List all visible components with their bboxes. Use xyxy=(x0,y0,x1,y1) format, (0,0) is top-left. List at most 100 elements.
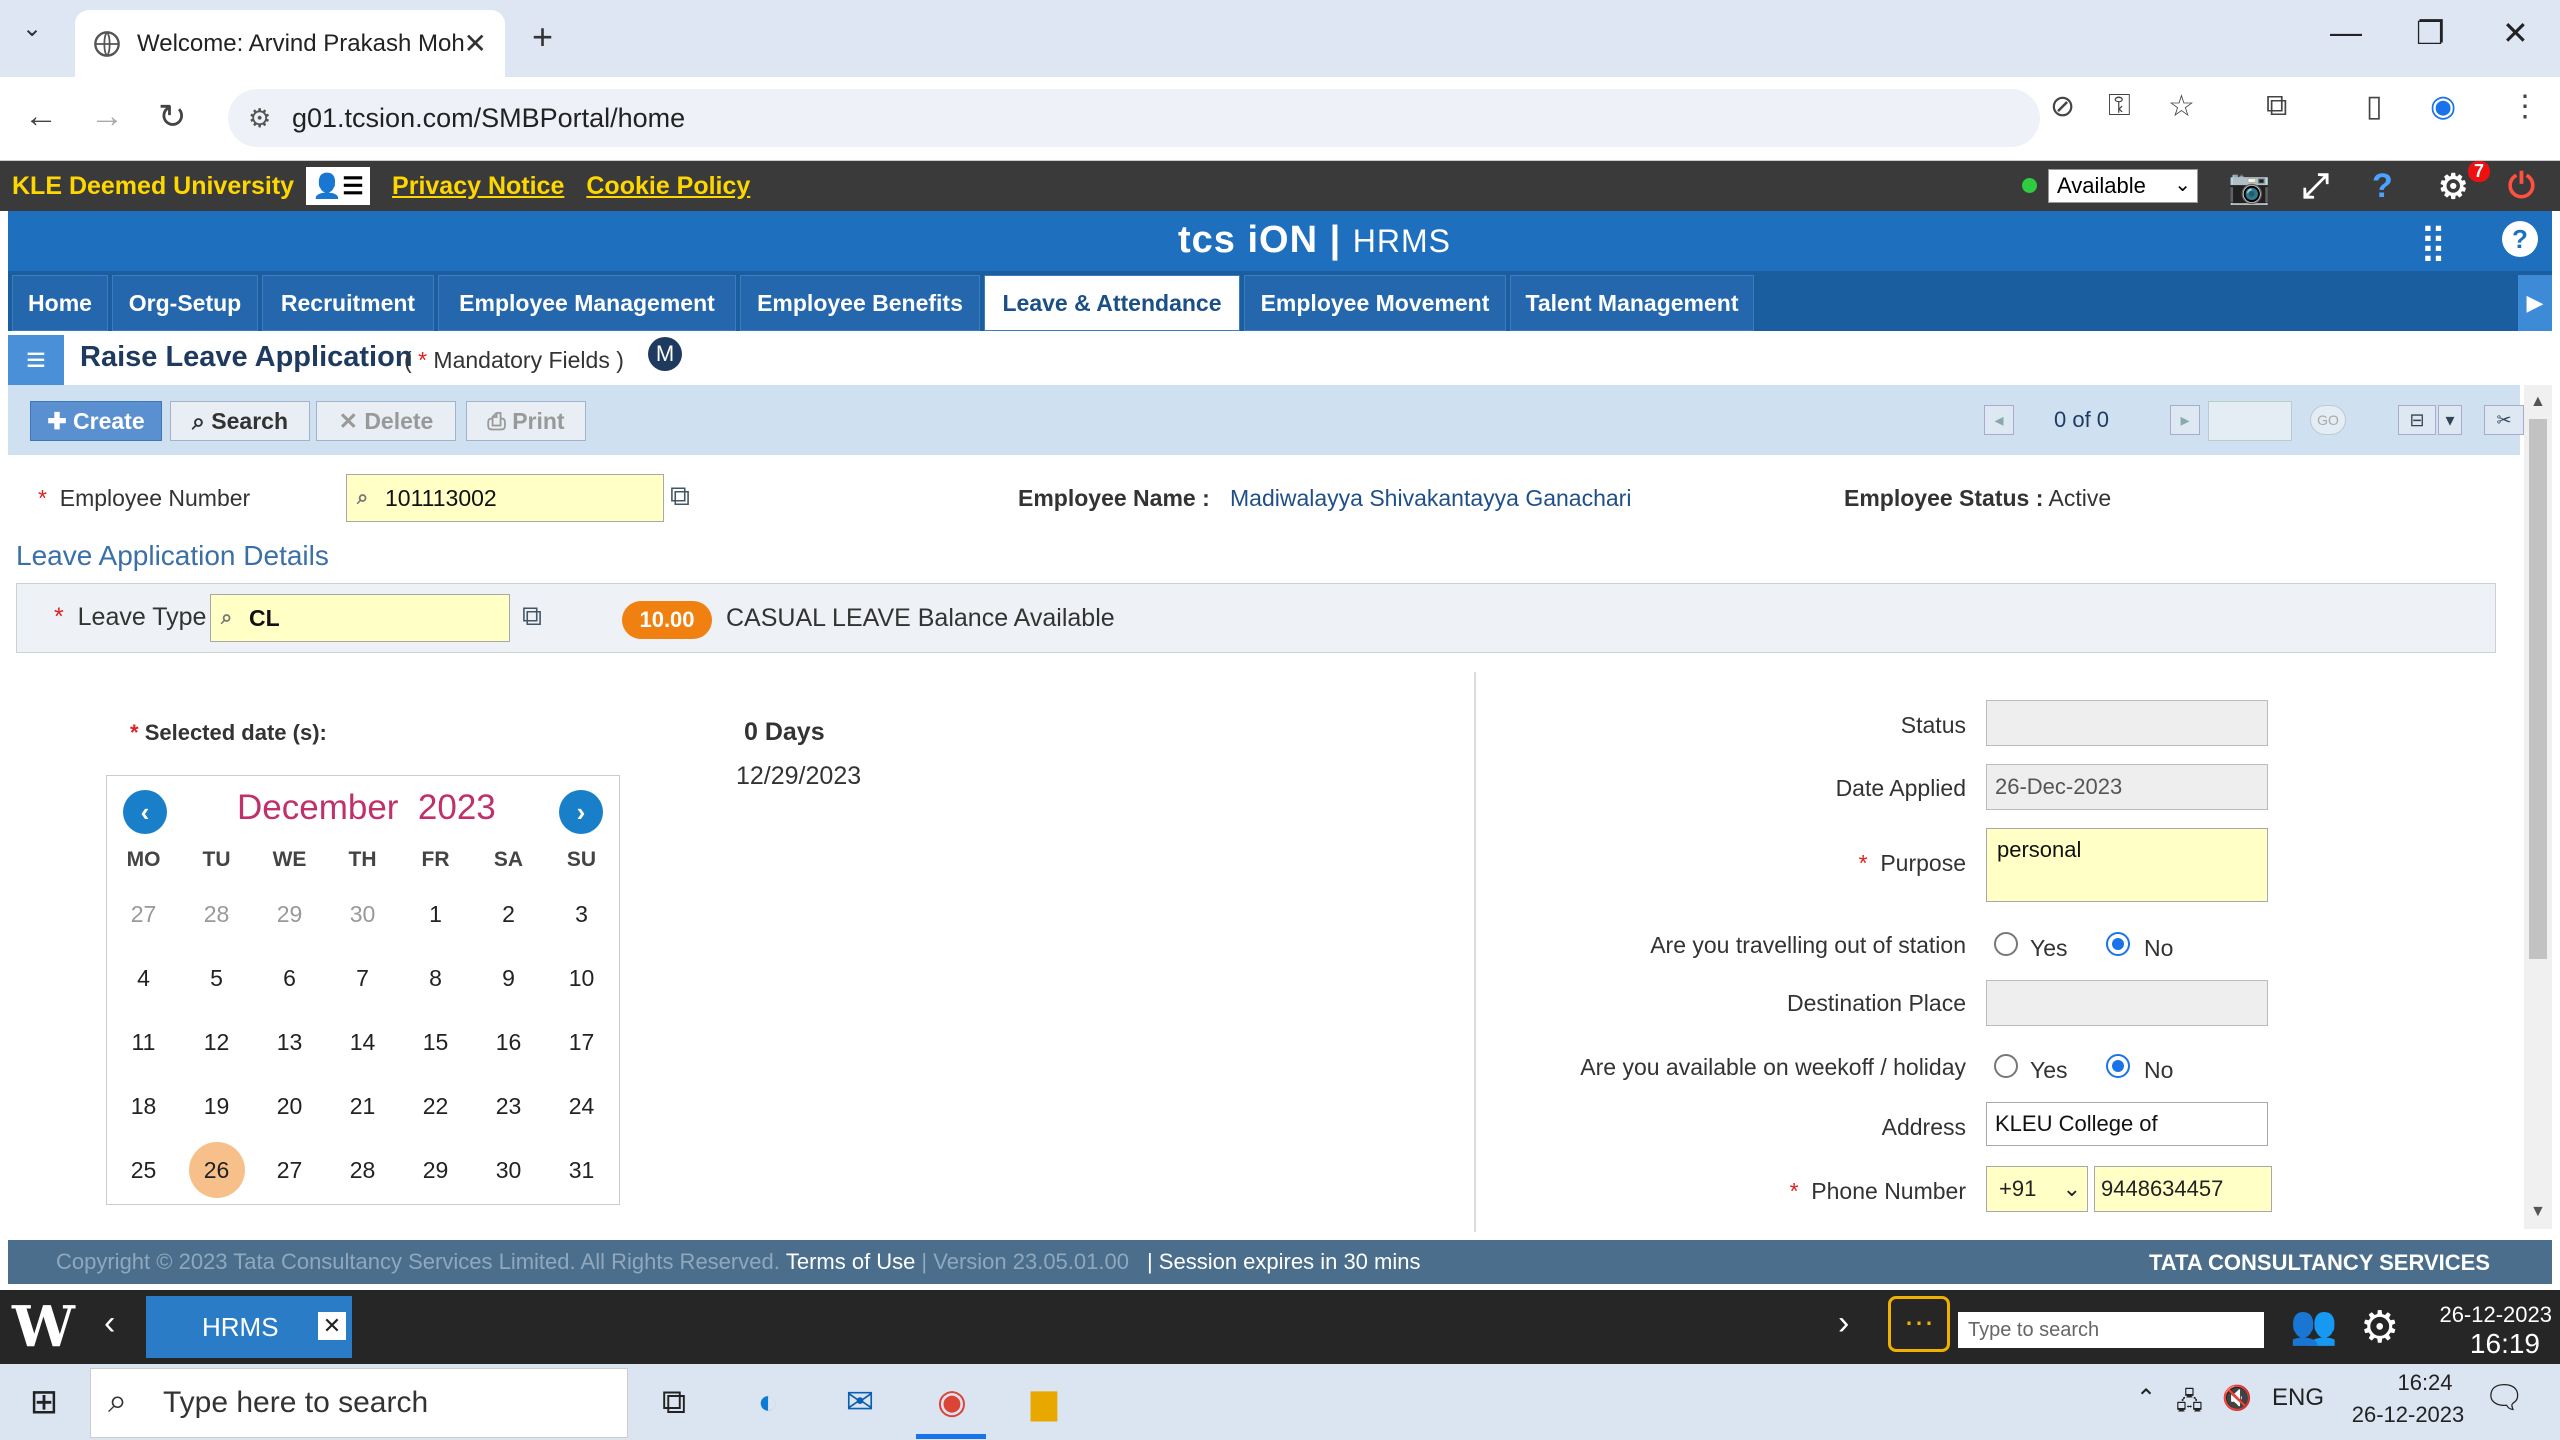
travel-yes-radio[interactable] xyxy=(1994,932,2018,956)
tab-org-setup[interactable]: Org-Setup xyxy=(112,275,258,331)
privacy-link[interactable]: Privacy Notice xyxy=(392,172,564,201)
delete-button[interactable]: ✕ Delete xyxy=(316,401,456,441)
export-icon[interactable]: ⊟ xyxy=(2398,405,2436,435)
back-icon[interactable]: ← xyxy=(24,97,58,136)
search-button[interactable]: ⌕ Search xyxy=(170,401,310,441)
apps-grid-icon[interactable]: ⣿ xyxy=(2420,221,2446,263)
tab-employee-management[interactable]: Employee Management xyxy=(438,275,736,331)
calendar-day[interactable]: 28 xyxy=(180,901,253,928)
calendar-day[interactable]: 27 xyxy=(253,1157,326,1184)
fullscreen-icon[interactable]: ⤢ xyxy=(2302,167,2329,206)
new-tab-icon[interactable]: + xyxy=(532,16,553,58)
print-button[interactable]: ⎙ Print xyxy=(466,401,586,441)
calendar-day[interactable]: 2 xyxy=(472,901,545,928)
nav-scroll-right-icon[interactable]: ▶ xyxy=(2518,275,2552,331)
help-icon[interactable]: ? xyxy=(2372,167,2393,206)
edge-icon[interactable]: ◐ xyxy=(744,1378,792,1426)
calendar-day[interactable]: 11 xyxy=(107,1029,180,1056)
close-window-icon[interactable]: ✕ xyxy=(2502,14,2529,52)
bookmark-star-icon[interactable]: ☆ xyxy=(2168,89,2195,124)
address-textarea[interactable]: KLEU College of xyxy=(1986,1102,2268,1146)
people-icon[interactable]: 👥 xyxy=(2290,1304,2337,1348)
site-info-icon[interactable]: ⚙ xyxy=(248,103,271,134)
calendar-day[interactable]: 6 xyxy=(253,965,326,992)
notification-icon[interactable]: ⚙ xyxy=(2438,167,2468,207)
network-icon[interactable]: 🖧 xyxy=(2176,1384,2203,1425)
tab-home[interactable]: Home xyxy=(12,275,108,331)
address-bar[interactable]: ⚙ g01.tcsion.com/SMBPortal/home xyxy=(228,89,2040,147)
calendar-day[interactable]: 17 xyxy=(545,1029,618,1056)
outlook-icon[interactable]: ✉ xyxy=(836,1378,884,1426)
calendar-day[interactable]: 31 xyxy=(545,1157,618,1184)
close-tab-icon[interactable]: ✕ xyxy=(464,27,487,60)
windows-start-icon[interactable]: ⊞ xyxy=(20,1378,68,1426)
hrms-taskbar-tab[interactable]: HRMS ✕ xyxy=(146,1296,352,1358)
calendar-day[interactable]: 7 xyxy=(326,965,399,992)
settings-gear-icon[interactable]: ⚙ xyxy=(2360,1302,2399,1353)
cookie-link[interactable]: Cookie Policy xyxy=(586,172,750,201)
windows-search-box[interactable]: Type here to search xyxy=(90,1368,628,1438)
extensions-icon[interactable]: ⧉ xyxy=(2266,89,2287,123)
calendar-day[interactable]: 8 xyxy=(399,965,472,992)
go-button[interactable]: GO xyxy=(2310,405,2346,435)
language-indicator[interactable]: ENG xyxy=(2272,1384,2324,1412)
availability-select[interactable]: Available ⌄ xyxy=(2048,169,2198,203)
calendar-day[interactable]: 30 xyxy=(326,901,399,928)
calendar-day[interactable]: 16 xyxy=(472,1029,545,1056)
employee-lookup-icon[interactable]: ⧉ xyxy=(670,480,704,514)
calendar-day[interactable]: 25 xyxy=(107,1157,180,1184)
assistant-icon[interactable]: ⋯ xyxy=(1888,1296,1950,1352)
taskbar-left-icon[interactable]: ‹ xyxy=(104,1304,115,1343)
restore-icon[interactable]: ❐ xyxy=(2416,14,2445,52)
calendar-day[interactable]: 14 xyxy=(326,1029,399,1056)
calendar-day[interactable]: 13 xyxy=(253,1029,326,1056)
calendar-day[interactable]: 23 xyxy=(472,1093,545,1120)
calendar-day[interactable]: 20 xyxy=(253,1093,326,1120)
tab-talent-management[interactable]: Talent Management xyxy=(1510,275,1754,331)
close-icon[interactable]: ✕ xyxy=(318,1312,346,1340)
travel-no-radio[interactable] xyxy=(2106,932,2130,956)
calendar-day[interactable]: 29 xyxy=(399,1157,472,1184)
calendar-day[interactable]: 28 xyxy=(326,1157,399,1184)
calendar-day[interactable]: 10 xyxy=(545,965,618,992)
info-m-icon[interactable]: M xyxy=(648,337,682,371)
scroll-thumb[interactable] xyxy=(2529,419,2547,959)
help-circle-icon[interactable]: ? xyxy=(2502,221,2538,257)
calendar-day[interactable]: 19 xyxy=(180,1093,253,1120)
camera-icon[interactable]: 📷 xyxy=(2228,167,2270,207)
phone-code-select[interactable]: +91 ⌄ xyxy=(1986,1166,2088,1212)
weekoff-yes-radio[interactable] xyxy=(1994,1054,2018,1078)
employee-number-input[interactable]: ⌕ 101113002 xyxy=(346,474,664,522)
phone-number-input[interactable]: 9448634457 xyxy=(2094,1166,2272,1212)
next-month-icon[interactable]: › xyxy=(559,790,603,834)
page-number-input[interactable] xyxy=(2208,401,2292,441)
create-button[interactable]: ✚ Create xyxy=(30,401,162,441)
tray-chevron-up-icon[interactable]: ⌃ xyxy=(2136,1384,2156,1413)
weekoff-no-radio[interactable] xyxy=(2106,1054,2130,1078)
purpose-textarea[interactable]: personal xyxy=(1986,828,2268,902)
next-page-icon[interactable]: ▸ xyxy=(2170,405,2200,435)
page-scrollbar[interactable]: ▲ ▼ xyxy=(2524,385,2552,1229)
chrome-icon[interactable]: ◉ xyxy=(928,1378,976,1426)
forward-icon[interactable]: → xyxy=(90,97,124,136)
scroll-up-icon[interactable]: ▲ xyxy=(2530,393,2546,411)
calendar-day[interactable]: 27 xyxy=(107,901,180,928)
taskbar-search-input[interactable]: Type to search xyxy=(1958,1312,2264,1348)
calendar-day[interactable]: 9 xyxy=(472,965,545,992)
tab-recruitment[interactable]: Recruitment xyxy=(262,275,434,331)
export-dropdown-icon[interactable]: ▾ xyxy=(2438,405,2462,435)
tab-employee-benefits[interactable]: Employee Benefits xyxy=(740,275,980,331)
calendar-day[interactable]: 12 xyxy=(180,1029,253,1056)
calendar-day-today[interactable]: 26 xyxy=(180,1142,253,1198)
destination-field[interactable] xyxy=(1986,980,2268,1026)
hamburger-menu-icon[interactable]: ≡ xyxy=(8,335,64,385)
tools-icon[interactable]: ✂ xyxy=(2484,405,2524,435)
tab-search-icon[interactable]: ⌄ xyxy=(22,14,42,43)
calendar-day[interactable]: 22 xyxy=(399,1093,472,1120)
calendar-day[interactable]: 24 xyxy=(545,1093,618,1120)
terms-link[interactable]: Terms of Use xyxy=(786,1249,916,1275)
task-view-icon[interactable]: ⧉ xyxy=(650,1378,698,1426)
tracking-icon[interactable]: ⊘ xyxy=(2050,89,2075,124)
scroll-down-icon[interactable]: ▼ xyxy=(2530,1203,2546,1221)
calendar-day[interactable]: 5 xyxy=(180,965,253,992)
